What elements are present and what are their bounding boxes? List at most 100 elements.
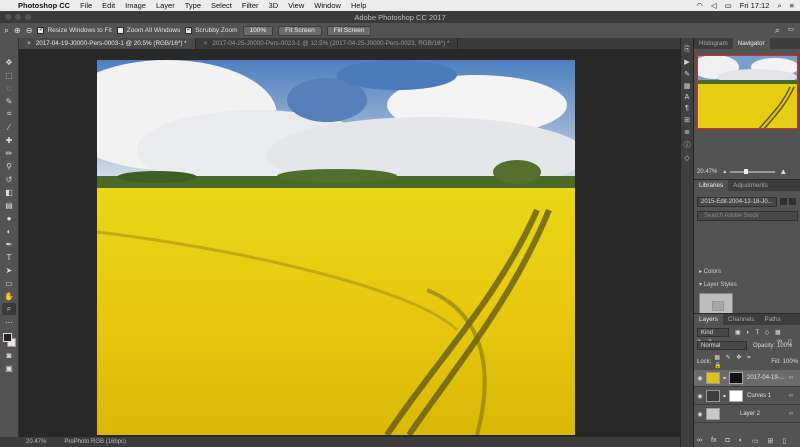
quick-select-tool-icon[interactable]: ✎	[2, 95, 16, 107]
layer-mask-thumbnail[interactable]	[729, 372, 744, 384]
layer-row-curves[interactable]: ◉ ⚭ Curves 1 ∞	[694, 388, 800, 405]
notification-icon[interactable]: ≡	[790, 1, 794, 10]
menu-layer[interactable]: Layer	[156, 1, 175, 10]
marquee-tool-icon[interactable]: ⬚	[2, 69, 16, 81]
clock[interactable]: Fri 17:12	[740, 1, 770, 10]
foreground-color-swatch[interactable]	[3, 333, 12, 342]
colors-group[interactable]: ▸ Colors	[699, 268, 721, 275]
brush-tool-icon[interactable]: ✏	[2, 147, 16, 159]
add-mask-icon[interactable]: ◘	[725, 437, 729, 445]
slider-knob[interactable]	[744, 168, 749, 174]
color-profile-readout[interactable]: ProPhoto RGB (16bpc)	[64, 439, 126, 445]
workspace-icon[interactable]: ▭	[788, 25, 794, 36]
zoom-100-button[interactable]: 100%	[242, 25, 274, 36]
hand-tool-icon[interactable]: ✋	[2, 290, 16, 302]
visibility-eye-icon[interactable]: ◉	[694, 375, 706, 382]
library-dropdown[interactable]: 2015-Edit-2004-12-18-J0...	[697, 197, 777, 207]
history-panel-icon[interactable]: ⎘	[682, 46, 693, 54]
menu-edit[interactable]: Edit	[102, 1, 115, 10]
navigator-zoom-value[interactable]: 20.47%	[697, 169, 717, 175]
info-panel-icon[interactable]: ⓘ	[682, 140, 693, 150]
menu-help[interactable]: Help	[351, 1, 366, 10]
crop-tool-icon[interactable]: ⌗	[2, 108, 16, 120]
more-tools-icon[interactable]: ⋯	[2, 316, 16, 328]
paths-panel-icon[interactable]: ◇	[682, 154, 693, 162]
new-group-icon[interactable]: ▭	[752, 437, 759, 445]
paragraph-panel-icon[interactable]: ¶	[682, 105, 693, 112]
path-selection-tool-icon[interactable]: ➤	[2, 264, 16, 276]
navigator-zoom-slider[interactable]	[730, 168, 776, 174]
move-tool-icon[interactable]: ✥	[2, 56, 16, 68]
eraser-tool-icon[interactable]: ◧	[2, 186, 16, 198]
lock-icons[interactable]: ▦ ✎ ✥ ⌗ 🔒	[714, 354, 765, 369]
zoom-in-icon[interactable]: ⊕	[14, 26, 21, 35]
tab-layers[interactable]: Layers	[694, 314, 723, 325]
kind-filter-dropdown[interactable]: Kind	[697, 328, 729, 337]
dodge-tool-icon[interactable]: ◐	[2, 225, 16, 237]
navigator-thumbnail[interactable]	[697, 55, 798, 129]
layer-row-layer2[interactable]: ◉ Layer 2 ∞	[694, 406, 800, 423]
clone-stamp-tool-icon[interactable]: ⚲	[2, 160, 16, 172]
blur-tool-icon[interactable]: ●	[2, 212, 16, 224]
menu-filter[interactable]: Filter	[242, 1, 259, 10]
screen-mode-icon[interactable]: ▣	[2, 362, 16, 374]
tab-histogram[interactable]: Histogram	[694, 38, 733, 49]
healing-brush-tool-icon[interactable]: ✚	[2, 134, 16, 146]
close-tab-icon[interactable]: ×	[27, 40, 31, 47]
canvas-area[interactable]	[19, 49, 680, 437]
adjustment-layer-icon[interactable]: ◐	[739, 437, 743, 445]
properties-panel-icon[interactable]: ≣	[682, 128, 693, 136]
blend-mode-dropdown[interactable]: Normal	[697, 341, 747, 350]
brushes-panel-icon[interactable]: ✎	[682, 70, 693, 78]
quick-mask-icon[interactable]: ◙	[2, 349, 16, 361]
zoom-out-small-icon[interactable]: ▴	[723, 168, 726, 175]
search-icon[interactable]: ⌕	[775, 25, 780, 36]
tab-libraries[interactable]: Libraries	[694, 180, 729, 191]
menu-view[interactable]: View	[288, 1, 304, 10]
delete-layer-icon[interactable]: ▯	[782, 437, 786, 445]
tab-paths[interactable]: Paths	[760, 314, 786, 325]
zoom-all-windows-checkbox[interactable]: Zoom All Windows	[116, 27, 180, 34]
new-layer-icon[interactable]: ⊞	[768, 437, 774, 445]
menu-file[interactable]: File	[80, 1, 92, 10]
zoom-out-icon[interactable]: ⊖	[26, 26, 33, 35]
close-tab-icon[interactable]: ×	[204, 40, 208, 47]
navigator-view-box[interactable]	[697, 55, 798, 129]
fill-value[interactable]: 100%	[783, 359, 798, 365]
battery-icon[interactable]: ▭	[725, 1, 732, 10]
opacity-value[interactable]: 100%	[777, 343, 792, 349]
tab-adjustments[interactable]: Adjustments	[728, 180, 773, 191]
volume-icon[interactable]: ◁	[711, 1, 717, 10]
shape-tool-icon[interactable]: ▭	[2, 277, 16, 289]
pen-tool-icon[interactable]: ✒	[2, 238, 16, 250]
glyphs-panel-icon[interactable]: ⊞	[682, 116, 693, 124]
menu-window[interactable]: Window	[314, 1, 341, 10]
tab-navigator[interactable]: Navigator	[732, 38, 770, 49]
history-brush-tool-icon[interactable]: ↺	[2, 173, 16, 185]
layer-mask-thumbnail[interactable]	[729, 390, 744, 402]
document-canvas[interactable]	[97, 60, 575, 435]
visibility-eye-icon[interactable]: ◉	[694, 393, 706, 400]
zoom-readout[interactable]: 20.47%	[26, 439, 46, 445]
color-swatches[interactable]	[2, 333, 16, 349]
layer-styles-group[interactable]: ▾ Layer Styles	[699, 281, 737, 288]
character-panel-icon[interactable]: A	[682, 94, 693, 101]
actions-panel-icon[interactable]: ▶	[682, 58, 693, 66]
resize-windows-checkbox[interactable]: Resize Windows to Fit	[37, 25, 112, 34]
menu-type[interactable]: Type	[185, 1, 201, 10]
layer-name[interactable]: Curves 1	[747, 393, 771, 399]
scrubby-zoom-checkbox[interactable]: Scrubby Zoom	[185, 25, 238, 34]
tab-document-1[interactable]: × 2017-04-19-J0000-Pers-0003-1 @ 20.5% (…	[19, 38, 196, 49]
fit-screen-button[interactable]: Fit Screen	[278, 25, 322, 36]
type-tool-icon[interactable]: T	[2, 251, 16, 263]
filter-icons[interactable]: ▣ ◐ T ◇ ▦	[735, 329, 783, 336]
gradient-tool-icon[interactable]: ▤	[2, 199, 16, 211]
menu-image[interactable]: Image	[125, 1, 146, 10]
layer-name[interactable]: Layer 2	[740, 411, 760, 417]
add-style-icon[interactable]: fx	[711, 437, 716, 445]
wifi-icon[interactable]: ◠	[696, 1, 703, 10]
layer-row-smart[interactable]: ◉ ⚭ 2017-04-19-... ∞	[694, 370, 800, 387]
menu-select[interactable]: Select	[211, 1, 232, 10]
library-search-input[interactable]: Search Adobe Stock	[697, 211, 798, 221]
lasso-tool-icon[interactable]: ◌	[2, 82, 16, 94]
